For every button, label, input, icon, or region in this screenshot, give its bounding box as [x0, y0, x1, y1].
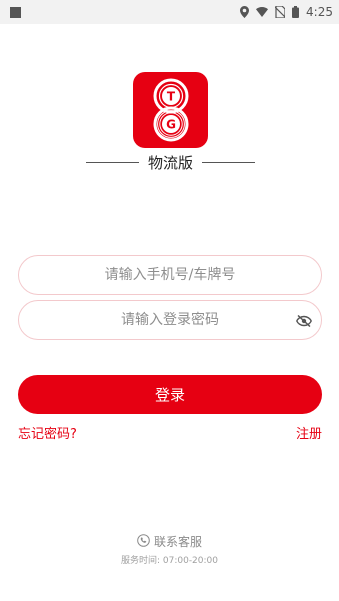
login-button[interactable]: 登录: [18, 375, 322, 414]
register-link[interactable]: 注册: [296, 423, 322, 442]
no-sim-icon: [275, 6, 286, 18]
contact-service-button[interactable]: 联系客服: [0, 533, 339, 550]
contact-service-label: 联系客服: [153, 535, 202, 549]
login-screen: 4:25 T G 物流版 登录: [0, 0, 339, 601]
tg-logo-mark: T G: [153, 78, 188, 142]
divider-right: [202, 161, 256, 163]
location-icon: [240, 6, 250, 18]
password-input[interactable]: [19, 301, 321, 339]
divider-left: [86, 161, 139, 163]
phone-field-container: [18, 255, 322, 295]
status-time: 4:25: [306, 5, 333, 19]
wifi-icon: [256, 7, 269, 17]
brand-subtitle: 物流版: [148, 153, 194, 172]
brand-subtitle-row: 物流版: [86, 152, 256, 172]
phone-icon: [137, 533, 150, 550]
status-bar: 4:25: [0, 0, 339, 24]
status-icons: 4:25: [240, 5, 333, 19]
logo-letter-t: T: [166, 90, 175, 104]
notification-square-icon: [10, 6, 21, 18]
service-hours: 服务时间: 07:00-20:00: [120, 556, 218, 566]
phone-input[interactable]: [19, 256, 321, 294]
app-logo: T G: [133, 72, 208, 148]
forgot-password-link[interactable]: 忘记密码?: [18, 423, 77, 442]
logo-letter-g: G: [166, 118, 176, 132]
battery-icon: [292, 6, 300, 18]
password-field-container: [18, 300, 322, 340]
eye-off-icon[interactable]: [295, 312, 313, 330]
